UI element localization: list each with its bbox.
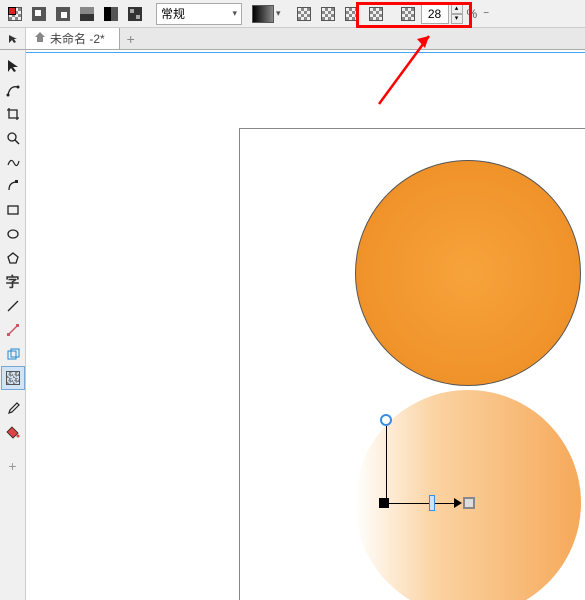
new-tab-button[interactable]: + — [120, 28, 142, 49]
font-style-dropdown[interactable]: 常规 ▾ — [156, 3, 242, 25]
fill-mode-icon — [79, 6, 95, 22]
curve-tool[interactable] — [1, 174, 25, 198]
pointer-small-icon — [8, 34, 18, 44]
document-tab-bar: 未命名 -2* + — [0, 28, 585, 50]
plus-icon: + — [8, 458, 16, 474]
freehand-tool[interactable] — [1, 150, 25, 174]
text-icon: 字 — [6, 272, 20, 292]
home-icon — [34, 31, 46, 46]
checker-icon — [369, 7, 383, 21]
dropdown-arrow-icon: ▾ — [274, 8, 283, 19]
checker-icon — [297, 7, 311, 21]
opacity-spinner[interactable]: ▴ ▾ — [451, 4, 463, 24]
gradient-midpoint-handle[interactable] — [429, 495, 435, 511]
tab-label: 未命名 -2* — [50, 30, 105, 47]
spin-up-icon[interactable]: ▴ — [451, 4, 463, 14]
polygon-tool[interactable] — [1, 246, 25, 270]
transparency-type-4-button[interactable] — [365, 3, 387, 25]
workspace: 字 + — [0, 50, 585, 600]
transparency-extra-button[interactable] — [397, 3, 419, 25]
guide-line — [26, 52, 585, 53]
top-toolbar: 常规 ▾ ▾ 28 ▴ ▾ % − — [0, 0, 585, 28]
gradient-swatch-icon — [252, 5, 274, 23]
rectangle-tool[interactable] — [1, 198, 25, 222]
checker-icon — [321, 7, 335, 21]
tab-bar-side-stub — [0, 28, 26, 49]
eyedropper-tool[interactable] — [1, 396, 25, 420]
gradient-swatch-picker[interactable]: ▾ — [252, 5, 283, 23]
tools-panel: 字 + — [0, 50, 26, 600]
gradient-axis-line — [389, 503, 459, 504]
line-tool[interactable] — [1, 294, 25, 318]
fill-mode-icon — [127, 6, 143, 22]
document-tab-active[interactable]: 未命名 -2* — [26, 28, 120, 49]
plus-icon: + — [127, 31, 135, 47]
font-style-value: 常规 — [161, 5, 185, 22]
fill-mode-icon — [103, 6, 119, 22]
shape-tool[interactable] — [1, 78, 25, 102]
connector-tool[interactable] — [1, 318, 25, 342]
effects-tool[interactable] — [1, 342, 25, 366]
fill-mode-icon — [31, 6, 47, 22]
dropdown-arrow-icon: ▾ — [232, 8, 237, 19]
gradient-perp-line — [386, 426, 387, 498]
pick-tool[interactable] — [1, 54, 25, 78]
checker-none-icon — [8, 7, 22, 21]
gradient-perp-handle[interactable] — [380, 414, 392, 426]
fill-mode-2-button[interactable] — [52, 3, 74, 25]
fill-mode-icon — [55, 6, 71, 22]
checker-icon — [401, 7, 415, 21]
gradient-start-handle[interactable] — [379, 498, 389, 508]
transparency-tool[interactable] — [1, 366, 25, 390]
fill-mode-5-button[interactable] — [124, 3, 146, 25]
gradient-arrow-icon — [454, 498, 462, 508]
fill-mode-3-button[interactable] — [76, 3, 98, 25]
transparency-type-3-button[interactable] — [341, 3, 363, 25]
opacity-input[interactable]: 28 — [421, 4, 449, 24]
fill-mode-4-button[interactable] — [100, 3, 122, 25]
zoom-tool[interactable] — [1, 126, 25, 150]
checker-icon — [6, 371, 20, 385]
add-tool-button[interactable]: + — [1, 454, 25, 478]
spin-down-icon[interactable]: ▾ — [451, 14, 463, 24]
fill-mode-1-button[interactable] — [28, 3, 50, 25]
transparency-type-1-button[interactable] — [293, 3, 315, 25]
checker-icon — [345, 7, 359, 21]
text-tool[interactable]: 字 — [1, 270, 25, 294]
transparency-type-2-button[interactable] — [317, 3, 339, 25]
fill-none-button[interactable] — [4, 3, 26, 25]
crop-tool[interactable] — [1, 102, 25, 126]
opacity-unit-label: % — [465, 7, 480, 21]
minus-icon: − — [481, 8, 489, 19]
gradient-end-handle[interactable] — [463, 497, 475, 509]
canvas-area[interactable] — [26, 50, 585, 600]
ellipse-tool[interactable] — [1, 222, 25, 246]
fill-tool[interactable] — [1, 420, 25, 444]
shape-circle-solid[interactable] — [355, 160, 581, 386]
